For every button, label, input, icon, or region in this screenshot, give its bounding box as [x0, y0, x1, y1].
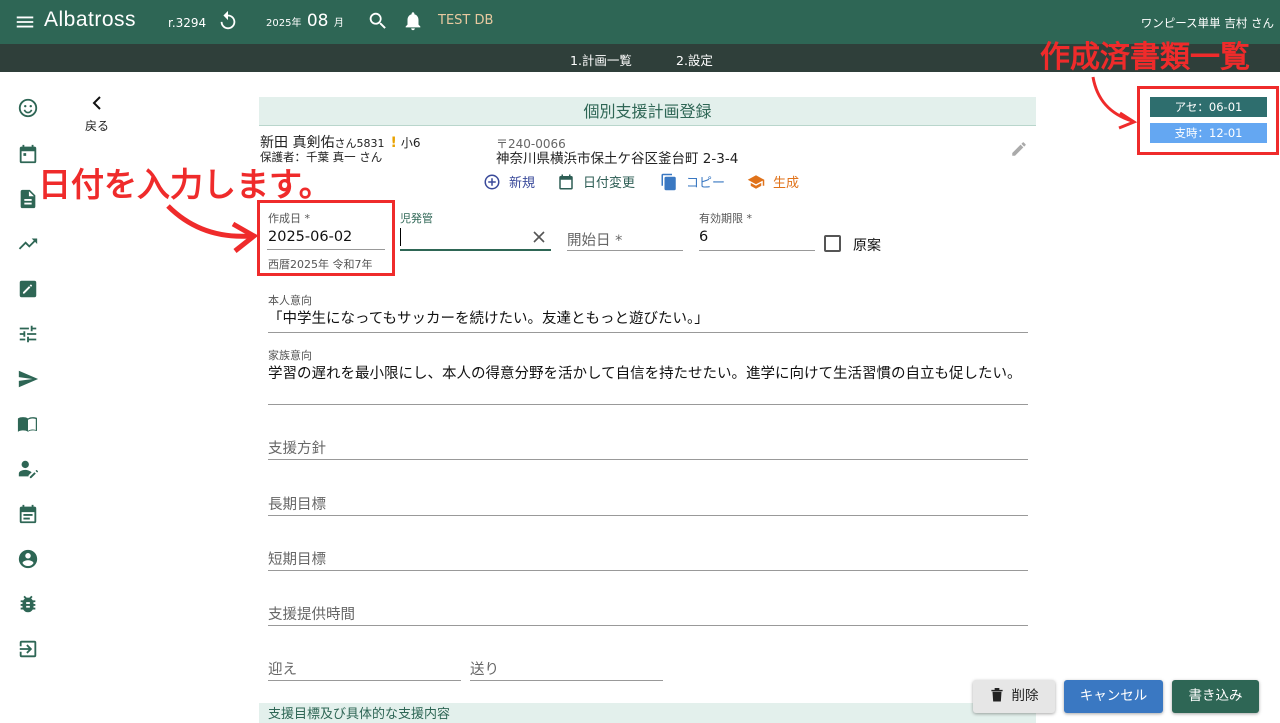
graduation-cap-icon [747, 174, 765, 189]
expiry-underline [699, 250, 815, 251]
event-icon[interactable] [17, 503, 39, 525]
calendar-icon[interactable] [17, 143, 39, 165]
chevron-left-icon [92, 96, 101, 110]
dropoff-input[interactable]: 送り [470, 658, 499, 679]
intent-self-input[interactable]: 「中学生になってもサッカーを続けたい。友達ともっと遊びたい。」 [268, 310, 1028, 328]
long-goal-input[interactable]: 長期目標 [268, 493, 326, 514]
new-button[interactable]: 新規 [483, 172, 535, 191]
reload-icon[interactable] [217, 10, 239, 32]
jisho-input[interactable] [400, 227, 551, 251]
bell-icon[interactable] [402, 9, 424, 33]
alert-mark: ! [390, 135, 397, 151]
child-grade: 小6 [400, 136, 421, 150]
short-goal-input[interactable]: 短期目標 [268, 548, 326, 569]
intent-family-underline [268, 404, 1028, 405]
generate-label: 生成 [773, 176, 800, 191]
support-policy-input[interactable]: 支援方針 [268, 437, 326, 458]
bug-icon[interactable] [17, 593, 39, 615]
intent-self-label: 本人意向 [268, 294, 312, 307]
start-date-input[interactable]: 開始日 * [567, 229, 622, 250]
expiry-input[interactable]: 6 [699, 229, 708, 245]
service-hours-input[interactable]: 支援提供時間 [268, 603, 355, 624]
add-circle-icon [484, 174, 500, 189]
section-heading: 支援目標及び具体的な支援内容 [259, 703, 1036, 723]
logout-icon[interactable] [17, 638, 39, 660]
annotation-docs-list: 作成済書類一覧 [1040, 40, 1250, 75]
back-button[interactable]: 戻る [82, 95, 112, 134]
year-unit: 年 [291, 18, 302, 29]
date-highlight-box [257, 200, 395, 276]
cancel-button[interactable]: キャンセル [1064, 680, 1163, 713]
pickup-input[interactable]: 迎え [268, 658, 297, 679]
delete-button[interactable]: 削除 [973, 680, 1055, 713]
date-change-label: 日付変更 [583, 176, 636, 191]
person-edit-icon[interactable] [17, 458, 39, 480]
document-icon[interactable] [17, 188, 39, 210]
app-brand[interactable]: Albatross [44, 8, 136, 32]
dropoff-underline [470, 680, 663, 681]
form-title: 個別支援計画登録 [259, 97, 1036, 126]
database-label: TEST DB [438, 13, 494, 28]
address: 神奈川県横浜市保土ケ谷区釜台町 2-3-4 [496, 151, 739, 167]
tune-icon[interactable] [17, 323, 39, 345]
copy-label: コピー [686, 176, 726, 191]
year-month-selector[interactable]: 2025年 08 月 [266, 11, 344, 31]
copy-icon [661, 173, 676, 190]
back-label: 戻る [84, 119, 109, 133]
smile-icon[interactable] [17, 97, 39, 119]
trash-icon [990, 687, 1003, 702]
new-label: 新規 [509, 176, 536, 191]
save-button[interactable]: 書き込み [1172, 680, 1259, 713]
close-icon[interactable] [531, 229, 547, 245]
pencil-icon[interactable] [1010, 140, 1028, 158]
edit-icon[interactable] [17, 278, 39, 300]
book-icon[interactable] [17, 413, 39, 435]
date-change-button[interactable]: 日付変更 [557, 172, 635, 191]
expiry-label: 有効期限 * [699, 212, 752, 225]
menu-icon[interactable] [14, 11, 36, 33]
draft-label: 原案 [853, 238, 881, 254]
year-value: 2025 [266, 18, 292, 29]
annotation-enter-date: 日付を入力します。 [38, 165, 332, 204]
calendar-icon [559, 174, 573, 189]
search-icon[interactable] [367, 10, 389, 32]
start-date-underline [567, 250, 683, 251]
account-icon[interactable] [17, 548, 39, 570]
pickup-underline [268, 680, 461, 681]
delete-label: 削除 [1011, 688, 1039, 704]
long-goal-underline [268, 515, 1028, 516]
trend-icon[interactable] [17, 233, 39, 255]
jisho-label: 児発管 [400, 212, 433, 225]
intent-family-label: 家族意向 [268, 349, 312, 362]
user-name[interactable]: ワンピース単単 吉村 さん [1141, 15, 1274, 31]
month-unit: 月 [333, 18, 344, 29]
tab-plan-list[interactable]: 1.計画一覧 [570, 50, 632, 69]
month-value: 08 [306, 11, 329, 31]
tab-settings[interactable]: 2.設定 [676, 50, 713, 69]
docs-highlight-box [1137, 86, 1279, 155]
generate-button[interactable]: 生成 [747, 172, 799, 191]
copy-button[interactable]: コピー [660, 172, 725, 191]
service-hours-underline [268, 625, 1028, 626]
draft-checkbox[interactable] [824, 235, 841, 252]
app-version: r.3294 [168, 16, 207, 30]
text-caret [400, 228, 401, 246]
intent-family-input[interactable]: 学習の遅れを最小限にし、本人の得意分野を活かして自信を持たせたい。進学に向けて生… [268, 365, 1028, 383]
short-goal-underline [268, 570, 1028, 571]
support-policy-underline [268, 459, 1028, 460]
intent-self-underline [268, 332, 1028, 333]
send-icon[interactable] [17, 368, 39, 390]
